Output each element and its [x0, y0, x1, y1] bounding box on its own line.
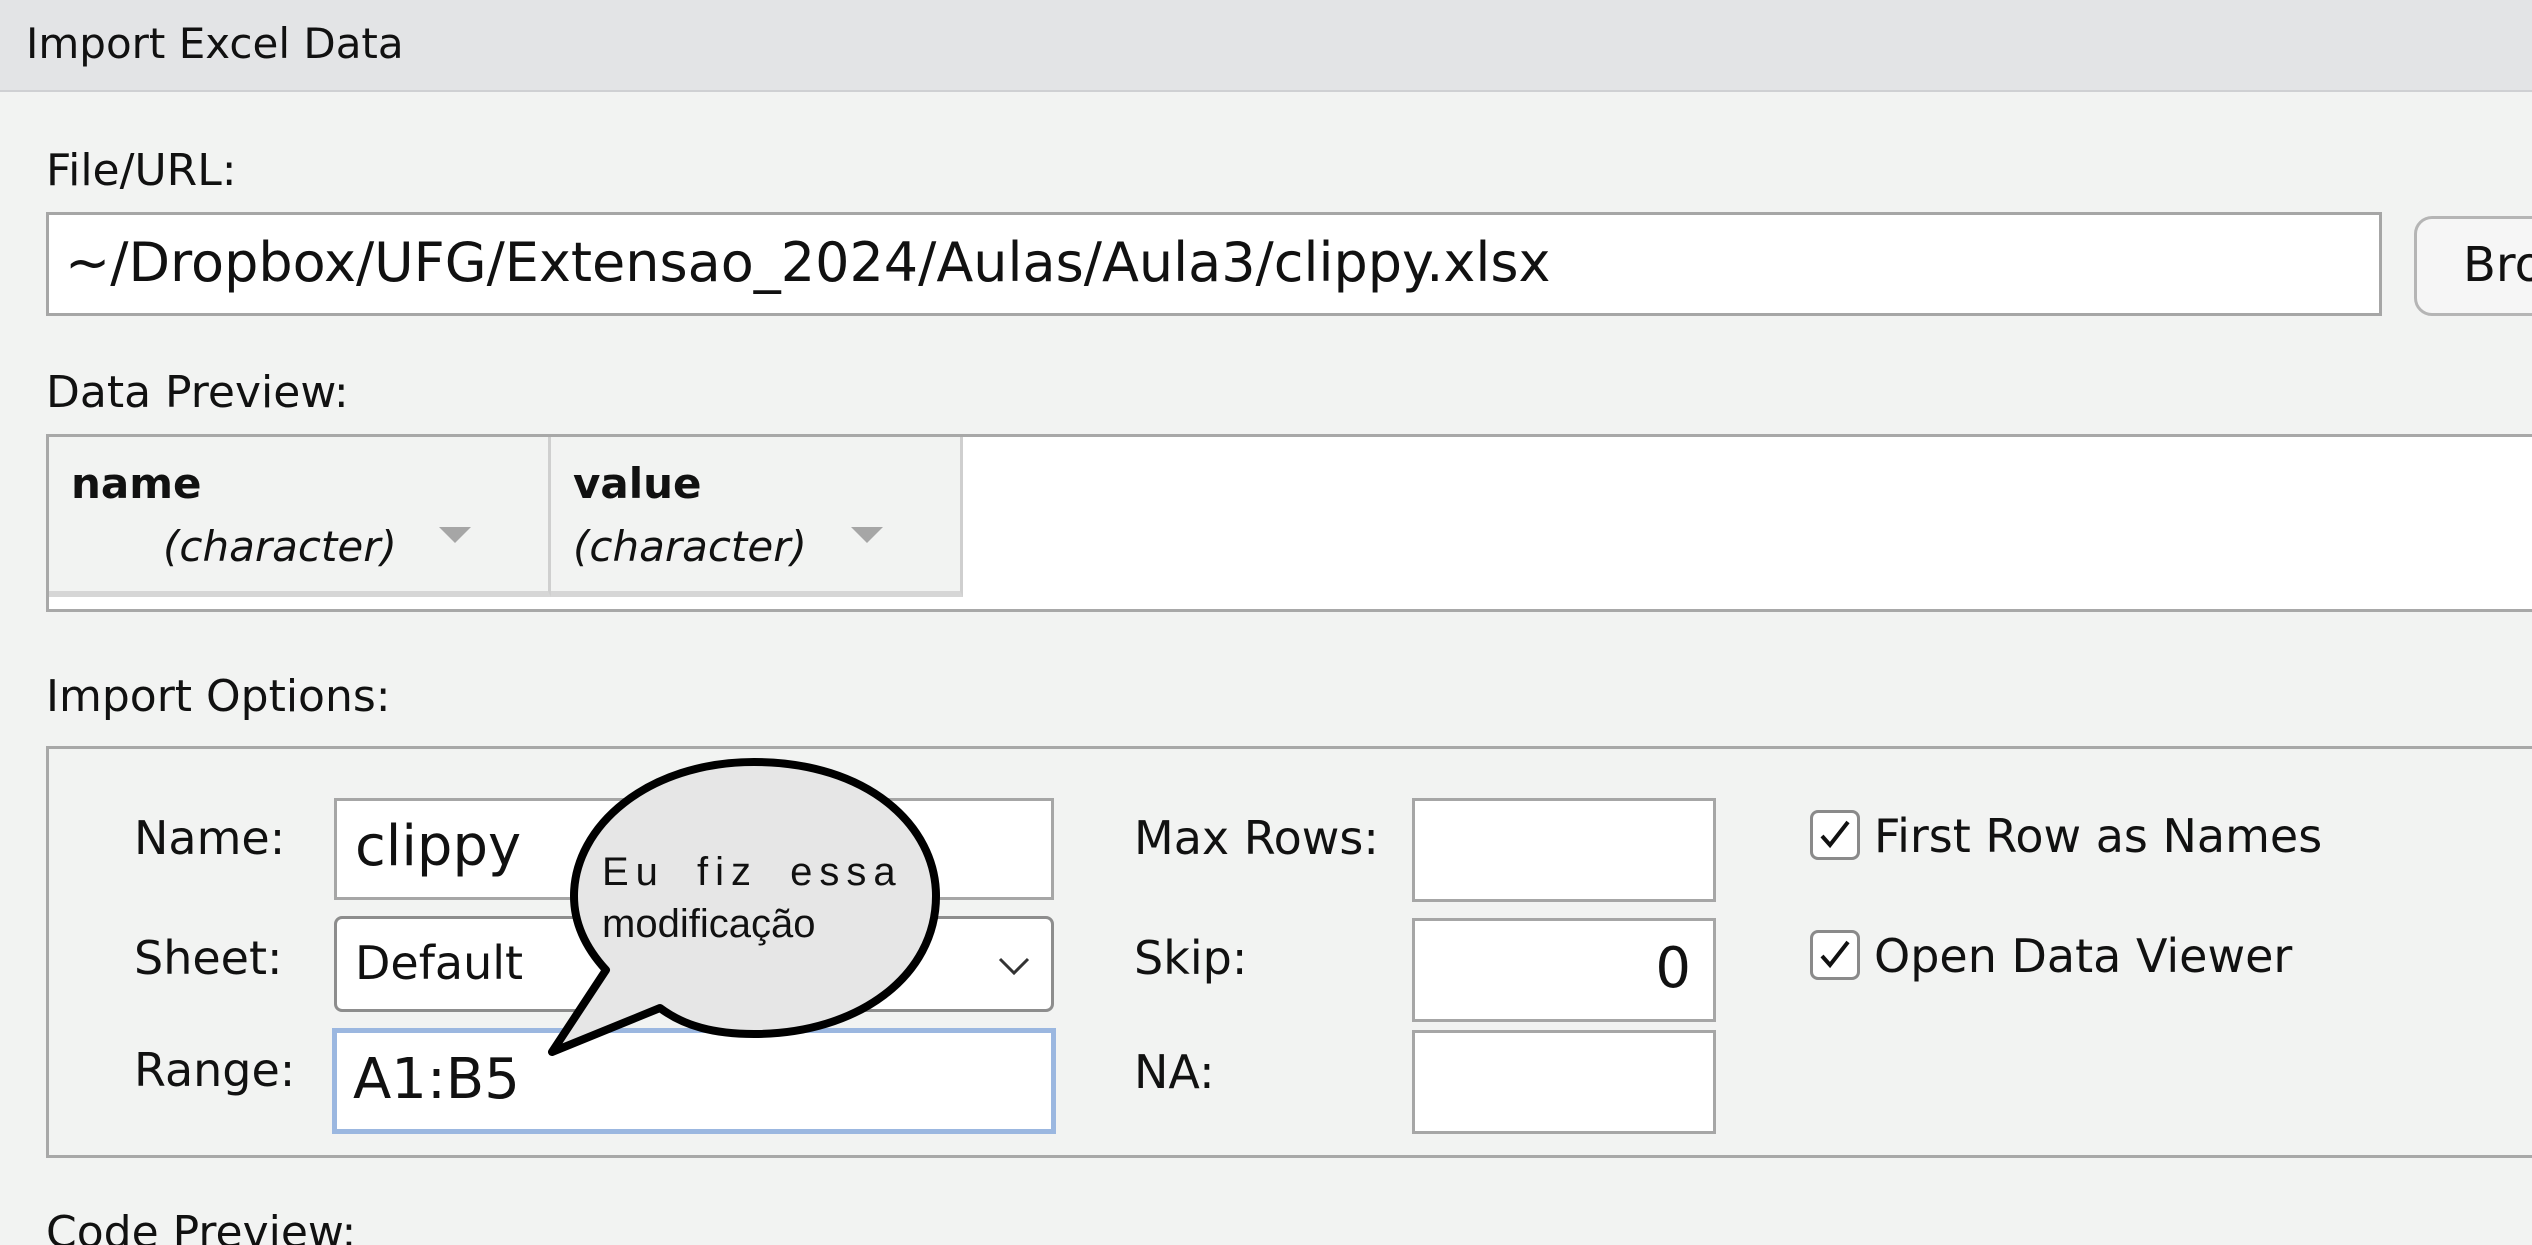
max-rows-label: Max Rows: [1134, 811, 1379, 865]
data-preview-label: Data Preview: [46, 367, 349, 418]
na-input[interactable] [1412, 1030, 1716, 1134]
annotation-line-1: Eu fiz essa [602, 850, 903, 894]
sheet-select-value: Default [355, 936, 524, 990]
column-menu-caret-icon[interactable] [851, 527, 883, 543]
max-rows-input[interactable] [1412, 798, 1716, 902]
name-label: Name: [134, 811, 286, 865]
code-preview-label: Code Preview: [46, 1207, 357, 1245]
range-input[interactable]: A1:B5 [332, 1028, 1056, 1134]
range-label: Range: [134, 1043, 296, 1097]
file-url-label: File/URL: [46, 145, 237, 196]
chevron-down-icon [998, 957, 1030, 976]
skip-label: Skip: [1134, 931, 1248, 985]
annotation-line-2: modificação [602, 902, 816, 946]
skip-input[interactable]: 0 [1412, 918, 1716, 1022]
data-preview-table: name (character) value (character) [46, 434, 2532, 612]
annotation-text: Eu fiz essa modificação [602, 846, 912, 950]
na-label: NA: [1134, 1045, 1215, 1099]
column-header-value[interactable]: value (character) [551, 437, 963, 597]
column-name: value [573, 459, 702, 508]
column-type: (character) [163, 522, 397, 571]
file-url-input[interactable]: ~/Dropbox/UFG/Extensao_2024/Aulas/Aula3/… [46, 212, 2382, 316]
column-name: name [71, 459, 202, 508]
checkmark-icon [1820, 820, 1850, 849]
column-header-name[interactable]: name (character) [49, 437, 551, 597]
first-row-names-label[interactable]: First Row as Names [1874, 808, 2322, 864]
import-excel-dialog: Import Excel Data File/URL: ~/Dropbox/UF… [0, 0, 2532, 1245]
dialog-title: Import Excel Data [26, 19, 404, 68]
sheet-label: Sheet: [134, 931, 283, 985]
open-data-viewer-checkbox[interactable] [1810, 930, 1860, 980]
column-menu-caret-icon[interactable] [439, 527, 471, 543]
column-type: (character) [573, 522, 807, 571]
checkmark-icon [1820, 940, 1850, 969]
import-options-label: Import Options: [46, 671, 391, 722]
first-row-names-checkbox[interactable] [1810, 810, 1860, 860]
dialog-titlebar: Import Excel Data [0, 0, 2532, 92]
browse-button[interactable]: Bro [2414, 216, 2532, 316]
open-data-viewer-label[interactable]: Open Data Viewer [1874, 928, 2292, 984]
